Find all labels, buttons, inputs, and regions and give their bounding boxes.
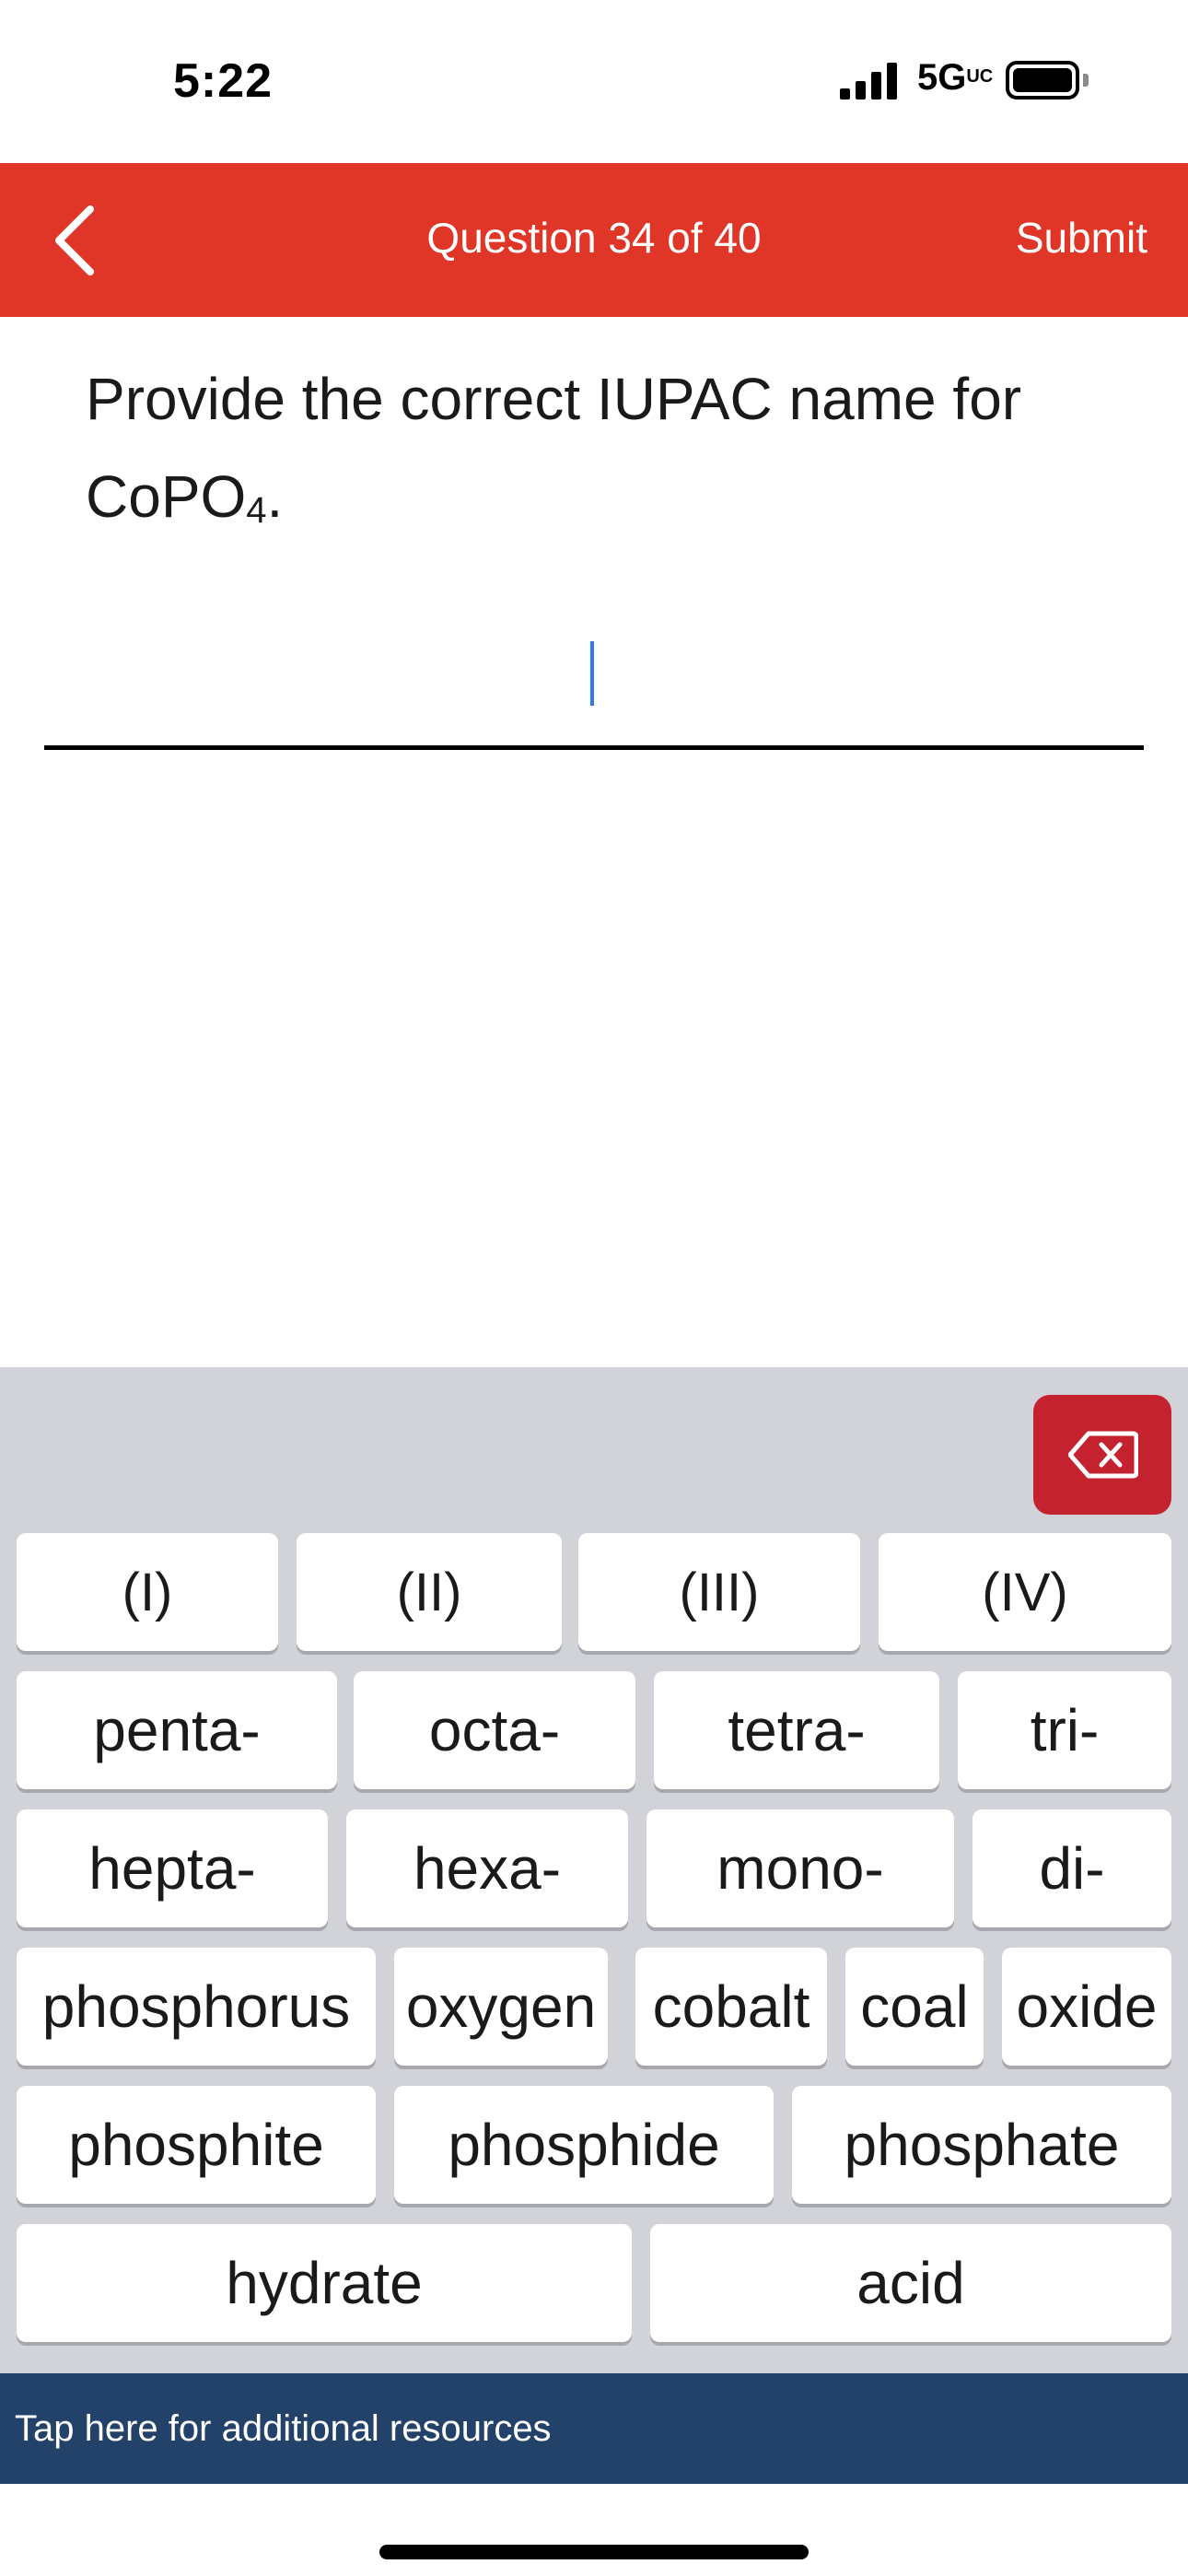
key-acid[interactable]: acid (650, 2224, 1171, 2342)
submit-button[interactable]: Submit (1016, 213, 1147, 263)
key-oxide[interactable]: oxide (1002, 1948, 1171, 2066)
key-hepta[interactable]: hepta- (17, 1809, 328, 1927)
text-caret (590, 641, 594, 706)
network-indicator: 5GUC (917, 57, 993, 99)
question-header: Question 34 of 40 Submit (0, 163, 1188, 317)
backspace-icon (1068, 1431, 1138, 1479)
answer-area (44, 626, 1144, 750)
answer-keyboard: (I) (II) (III) (IV) penta- octa- tetra- … (0, 1367, 1188, 2373)
key-octa[interactable]: octa- (354, 1671, 635, 1789)
network-suffix: UC (966, 66, 994, 87)
key-roman-3[interactable]: (III) (578, 1533, 860, 1651)
status-bar: 5:22 5GUC (0, 0, 1188, 163)
home-indicator[interactable] (379, 2545, 809, 2559)
backspace-button[interactable] (1033, 1395, 1171, 1515)
key-roman-4[interactable]: (IV) (879, 1533, 1171, 1651)
key-oxygen[interactable]: oxygen (394, 1948, 608, 2066)
key-phosphite[interactable]: phosphite (17, 2086, 376, 2204)
question-suffix: . (266, 463, 284, 530)
key-coal[interactable]: coal (845, 1948, 984, 2066)
battery-tip (1083, 74, 1089, 87)
status-time: 5:22 (173, 54, 274, 108)
key-phosphide[interactable]: phosphide (394, 2086, 774, 2204)
answer-underline (44, 745, 1144, 750)
key-di[interactable]: di- (973, 1809, 1171, 1927)
key-cobalt[interactable]: cobalt (635, 1948, 827, 2066)
resources-label: Tap here for additional resources (15, 2408, 552, 2449)
key-tri[interactable]: tri- (958, 1671, 1171, 1789)
question-subscript: 4 (246, 490, 267, 531)
key-phosphate[interactable]: phosphate (792, 2086, 1171, 2204)
question-text: Provide the correct IUPAC name for CoPO (86, 366, 1022, 530)
key-hydrate[interactable]: hydrate (17, 2224, 632, 2342)
question-prompt: Provide the correct IUPAC name for CoPO4… (86, 350, 1145, 559)
key-roman-2[interactable]: (II) (297, 1533, 562, 1651)
signal-strength-icon (840, 63, 897, 100)
key-hexa[interactable]: hexa- (346, 1809, 628, 1927)
additional-resources-bar[interactable]: Tap here for additional resources (0, 2373, 1188, 2484)
answer-input[interactable] (44, 626, 1144, 744)
key-phosphorus[interactable]: phosphorus (17, 1948, 376, 2066)
back-button[interactable] (48, 202, 122, 279)
network-type: 5G (917, 57, 967, 98)
key-penta[interactable]: penta- (17, 1671, 337, 1789)
key-mono[interactable]: mono- (646, 1809, 954, 1927)
question-counter: Question 34 of 40 (426, 214, 762, 262)
chevron-left-icon (55, 205, 94, 275)
key-tetra[interactable]: tetra- (654, 1671, 939, 1789)
battery-icon (1006, 61, 1079, 100)
key-roman-1[interactable]: (I) (17, 1533, 278, 1651)
home-indicator-area (0, 2484, 1188, 2576)
